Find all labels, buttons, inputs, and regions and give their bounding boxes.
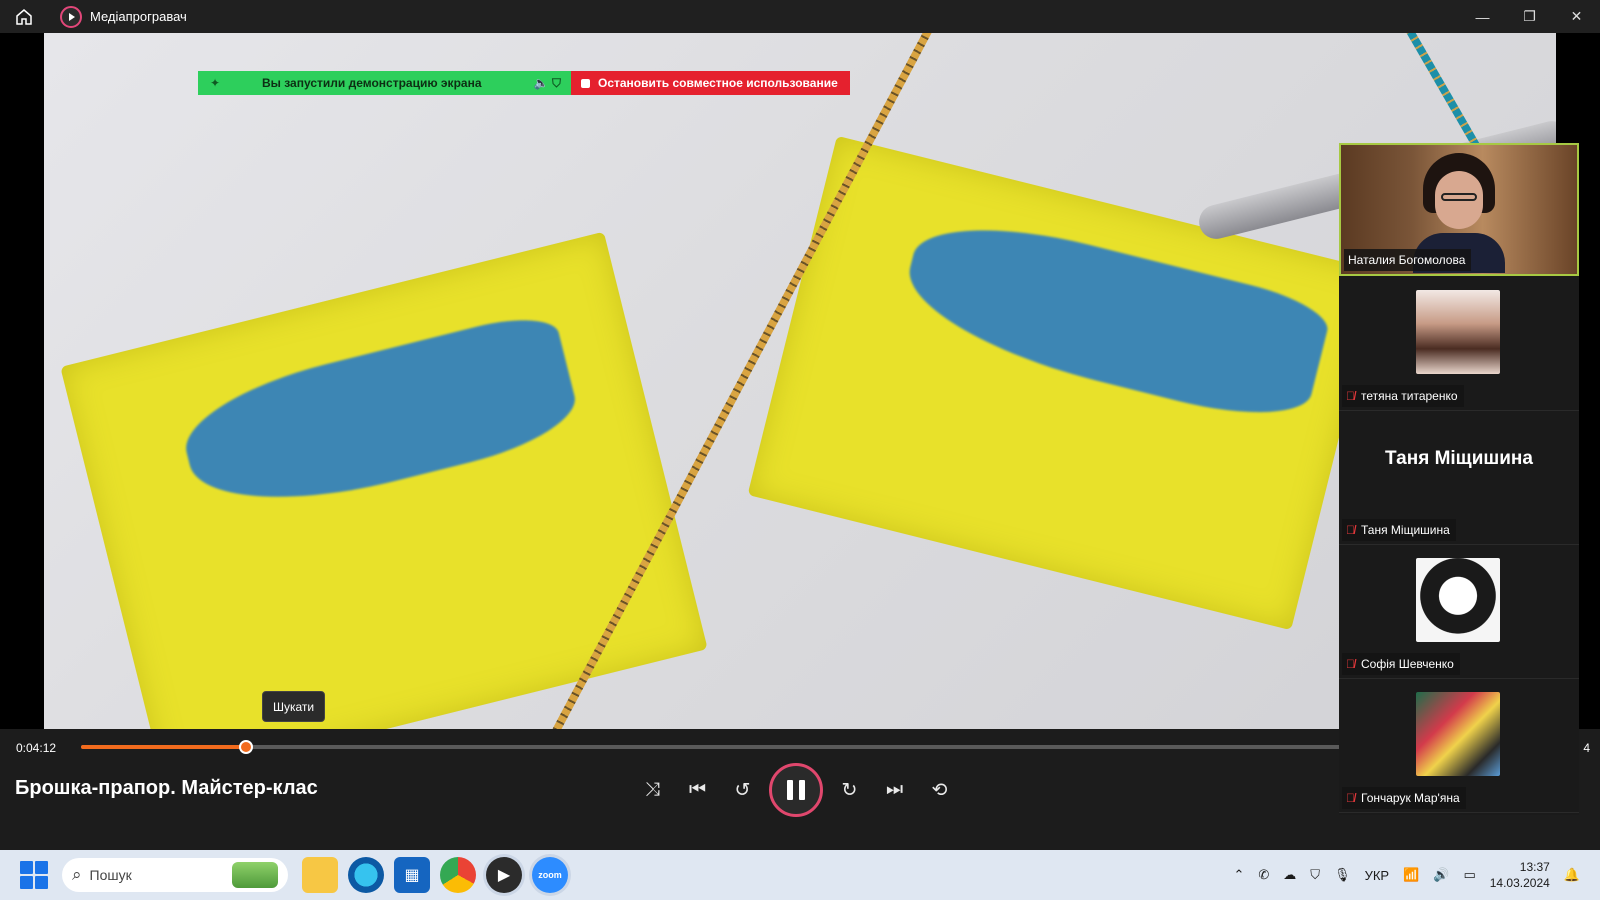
zoom-icon[interactable]: zoom xyxy=(532,857,568,893)
home-button[interactable] xyxy=(0,0,48,33)
avatar xyxy=(1416,290,1500,374)
clock-date: 14.03.2024 xyxy=(1489,876,1550,890)
transport-controls: ⤨ ⏮ ↺ ↻ ⏭ ⟲ xyxy=(630,763,962,817)
stop-share-label: Остановить совместное использование xyxy=(598,76,838,90)
window-title: Медіапрогравач xyxy=(90,9,187,24)
speaker-shield-icon[interactable]: 🔈 ⛉ xyxy=(534,76,561,91)
participant-name: Наталия Богомолова xyxy=(1344,249,1472,271)
viber-icon[interactable]: ✆ xyxy=(1258,867,1269,883)
microphone-icon[interactable]: 🎙 xyxy=(1334,867,1351,883)
mic-muted-icon: 🎙̸ xyxy=(1346,389,1355,403)
clock[interactable]: 13:37 14.03.2024 xyxy=(1490,859,1550,891)
wifi-icon[interactable]: 📶 xyxy=(1403,867,1419,883)
chrome-icon[interactable] xyxy=(440,857,476,893)
edge-icon[interactable] xyxy=(348,857,384,893)
pause-icon xyxy=(787,780,793,800)
next-icon: ⏭ xyxy=(885,779,904,800)
battery-icon[interactable]: ▭ xyxy=(1463,867,1475,883)
media-player-icon[interactable]: ▶ xyxy=(486,857,522,893)
participant-tile[interactable]: 🎙̸ Софія Шевченко xyxy=(1339,546,1579,679)
stop-icon xyxy=(581,78,590,88)
shuffle-icon: ⤨ xyxy=(644,779,661,800)
current-time: 0:04:12 xyxy=(16,741,57,755)
taskbar-apps: ▦ ▶ zoom xyxy=(302,857,568,893)
taskbar: ⌕ Пошук ▦ ▶ zoom ⌃ ✆ ☁ ⛉ 🎙 УКР 📶 🔊 ▭ 13:… xyxy=(0,850,1600,900)
participant-name: 🎙̸ Софія Шевченко xyxy=(1342,653,1460,675)
participant-name: 🎙̸ тетяна титаренко xyxy=(1342,385,1464,407)
forward-30-icon: ↻ xyxy=(841,779,858,801)
rewind-10-button[interactable]: ↺ xyxy=(720,763,765,817)
search-icon: ⌕ xyxy=(72,865,82,884)
media-title: Брошка-прапор. Майстер-клас xyxy=(15,777,318,799)
restore-button[interactable]: ❐ xyxy=(1506,0,1553,33)
participant-tile-active[interactable]: Наталия Богомолова xyxy=(1339,143,1579,276)
home-icon xyxy=(16,8,32,25)
share-status-text: Вы запустили демонстрацию экрана xyxy=(262,76,482,90)
video-frame[interactable] xyxy=(44,33,1556,729)
avatar xyxy=(1416,558,1500,642)
previous-icon: ⏮ xyxy=(688,779,707,800)
chevron-up-icon[interactable]: ⌃ xyxy=(1233,867,1244,883)
pause-button[interactable] xyxy=(769,763,823,817)
participant-tile[interactable]: 🎙̸ Гончарук Мар'яна xyxy=(1339,680,1579,813)
seek-tooltip: Шукати xyxy=(262,691,326,722)
total-time: 4 xyxy=(1583,741,1590,755)
screen-share-banner: ✦ Вы запустили демонстрацию экрана 🔈 ⛉ О… xyxy=(198,71,850,95)
participants-panel: Наталия Богомолова 🎙̸ тетяна титаренко Т… xyxy=(1339,143,1579,815)
notifications-icon[interactable]: 🔔 xyxy=(1564,867,1580,883)
stop-share-button[interactable]: Остановить совместное использование xyxy=(571,71,850,95)
cloud-off-icon[interactable]: ☁ xyxy=(1283,867,1296,883)
participant-tile[interactable]: 🎙̸ тетяна титаренко xyxy=(1339,278,1579,411)
repeat-off-icon: ⟲ xyxy=(931,779,948,801)
mic-muted-icon: 🎙̸ xyxy=(1346,657,1355,671)
rewind-10-icon: ↺ xyxy=(734,779,751,801)
windows-start-icon[interactable] xyxy=(20,861,48,889)
volume-icon[interactable]: 🔊 xyxy=(1433,867,1449,883)
seek-bar-progress xyxy=(81,745,247,749)
participant-display-name: Таня Міщишина xyxy=(1385,448,1533,469)
system-tray: ⌃ ✆ ☁ ⛉ 🎙 УКР 📶 🔊 ▭ 13:37 14.03.2024 🔔 xyxy=(1233,850,1580,900)
search-highlight-icon xyxy=(232,862,278,888)
language-indicator[interactable]: УКР xyxy=(1365,868,1390,883)
mic-muted-icon: 🎙̸ xyxy=(1346,791,1355,805)
pin-icon[interactable]: ✦ xyxy=(210,76,224,90)
participant-name: 🎙̸ Гончарук Мар'яна xyxy=(1342,787,1466,809)
mic-muted-icon: 🎙̸ xyxy=(1346,523,1355,537)
participant-name: 🎙̸ Таня Міщишина xyxy=(1342,519,1456,541)
clock-time: 13:37 xyxy=(1519,860,1550,874)
media-player-logo-icon xyxy=(60,5,82,28)
previous-button[interactable]: ⏮ xyxy=(675,763,720,817)
minimize-button[interactable]: — xyxy=(1459,0,1506,33)
defender-icon[interactable]: ⛉ xyxy=(1310,867,1320,883)
seek-bar-thumb[interactable] xyxy=(239,740,254,754)
participant-tile[interactable]: Таня Міщишина 🎙̸ Таня Міщишина xyxy=(1339,412,1579,545)
shuffle-button[interactable]: ⤨ xyxy=(630,763,675,817)
taskbar-search[interactable]: ⌕ Пошук xyxy=(62,858,288,892)
avatar xyxy=(1416,692,1500,776)
file-explorer-icon[interactable] xyxy=(302,857,338,893)
title-bar: Медіапрогравач — ❐ ✕ xyxy=(0,0,1600,33)
forward-30-button[interactable]: ↻ xyxy=(827,763,872,817)
share-status: ✦ Вы запустили демонстрацию экрана 🔈 ⛉ xyxy=(198,71,571,95)
search-placeholder: Пошук xyxy=(89,867,132,883)
store-icon[interactable]: ▦ xyxy=(394,857,430,893)
next-button[interactable]: ⏭ xyxy=(872,763,917,817)
close-button[interactable]: ✕ xyxy=(1553,0,1600,33)
repeat-button[interactable]: ⟲ xyxy=(917,763,962,817)
